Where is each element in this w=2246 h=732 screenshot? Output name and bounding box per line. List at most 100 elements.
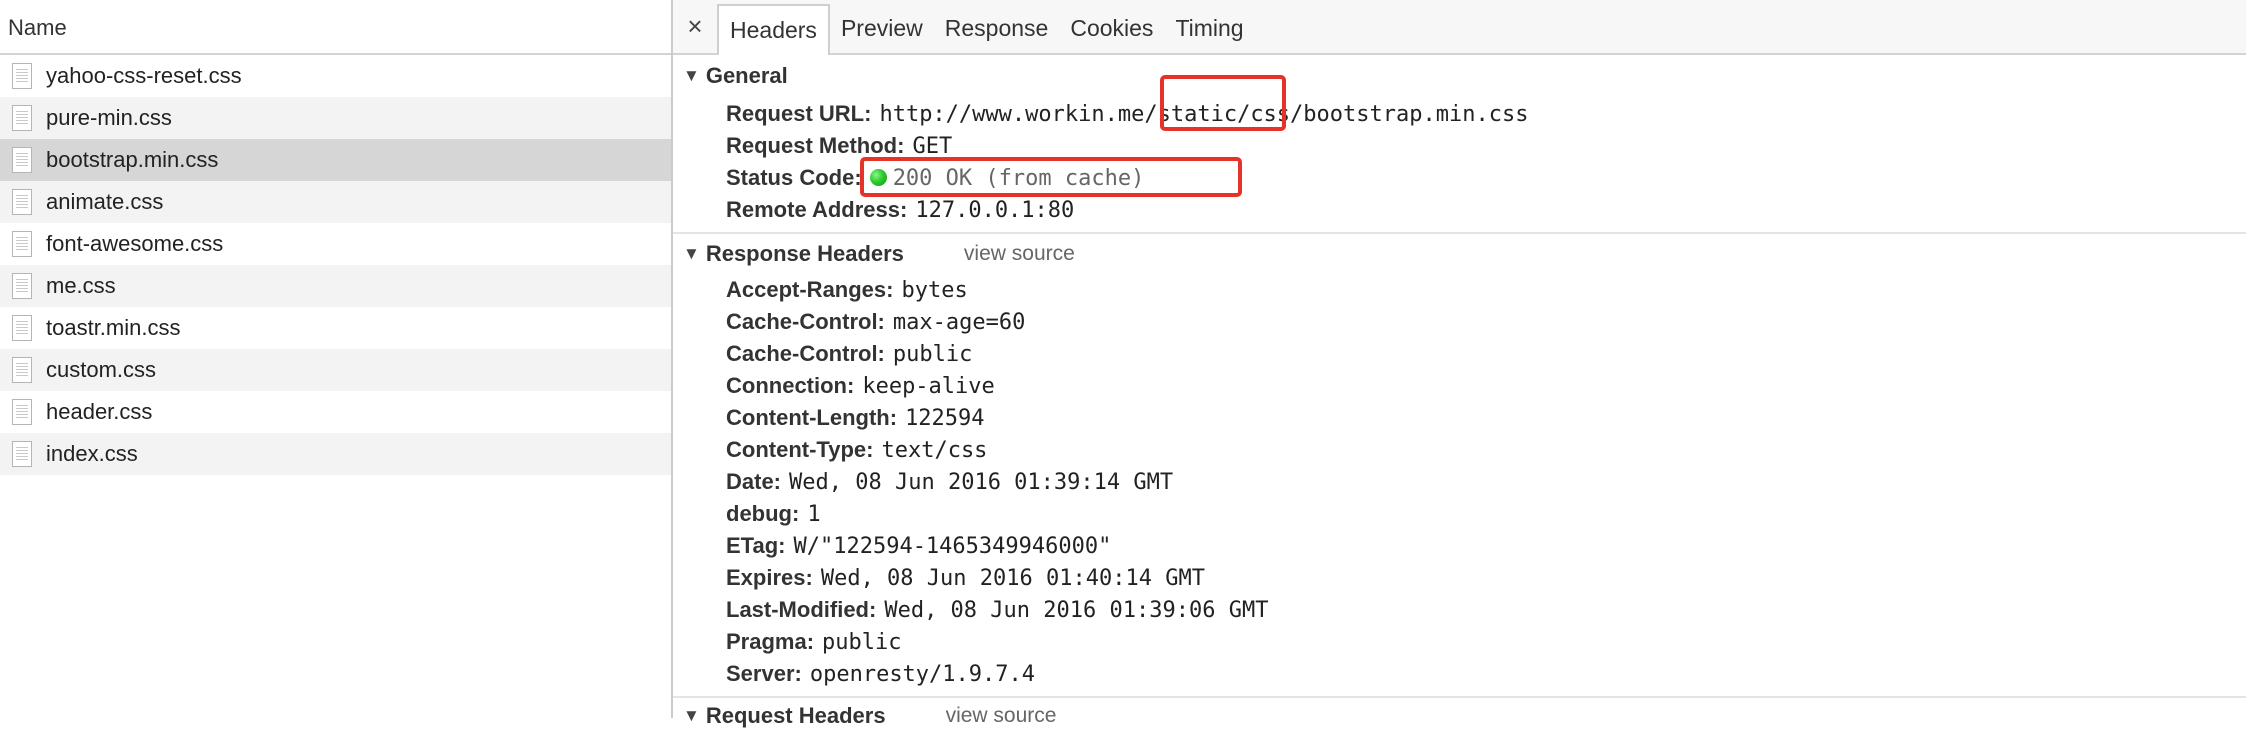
request-row[interactable]: font-awesome.css	[0, 223, 671, 265]
highlight-box-static-path	[1160, 75, 1286, 131]
file-icon	[12, 189, 32, 215]
view-source-link[interactable]: view source	[946, 704, 1057, 728]
header-key: Content-Type:	[726, 437, 874, 462]
header-key: Cache-Control:	[726, 341, 885, 366]
section-title: General	[705, 63, 788, 88]
header-row: Cache-Control: max-age=60	[673, 306, 2246, 338]
request-headers-toggle[interactable]: ▼ Request Headers view source	[673, 698, 2246, 732]
request-name: animate.css	[46, 189, 164, 214]
header-key: Connection:	[726, 373, 855, 398]
header-value: keep-alive	[862, 374, 995, 399]
header-row: Content-Type: text/css	[673, 434, 2246, 466]
highlight-box-status-code	[860, 157, 1242, 197]
header-row: Content-Length: 122594	[673, 402, 2246, 434]
header-key: Content-Length:	[726, 405, 898, 430]
close-icon[interactable]: ×	[673, 0, 717, 53]
collapse-triangle-icon: ▼	[683, 706, 700, 725]
request-name: toastr.min.css	[46, 315, 181, 340]
request-row[interactable]: me.css	[0, 265, 671, 307]
general-section: ▼ General Request URL: http://www.workin.…	[673, 55, 2246, 226]
header-row: Date: Wed, 08 Jun 2016 01:39:14 GMT	[673, 466, 2246, 498]
header-key: Date:	[726, 469, 782, 494]
header-value: Wed, 08 Jun 2016 01:39:06 GMT	[884, 598, 1269, 623]
request-list: yahoo-css-reset.css pure-min.css bootstr…	[0, 55, 671, 475]
header-value: openresty/1.9.7.4	[809, 662, 1036, 687]
request-name: custom.css	[46, 357, 157, 382]
request-row[interactable]: custom.css	[0, 349, 671, 391]
section-title: Response Headers	[705, 241, 904, 266]
tab-response[interactable]: Response	[934, 4, 1060, 53]
header-row: Cache-Control: public	[673, 338, 2246, 370]
header-key: Request URL:	[726, 101, 872, 126]
header-row: Server: openresty/1.9.7.4	[673, 658, 2246, 690]
header-value: GET	[912, 134, 953, 159]
request-row[interactable]: yahoo-css-reset.css	[0, 55, 671, 97]
header-value: 1	[807, 502, 821, 527]
header-key: Accept-Ranges:	[726, 277, 894, 302]
header-key: ETag:	[726, 533, 786, 558]
name-column-header[interactable]: Name	[0, 0, 671, 55]
request-name: yahoo-css-reset.css	[46, 63, 242, 88]
header-key: Last-Modified:	[726, 597, 877, 622]
details-tab-bar: × Headers Preview Response Cookies Timin…	[673, 0, 2246, 55]
request-row[interactable]: header.css	[0, 391, 671, 433]
header-key: Remote Address:	[726, 197, 908, 222]
request-row[interactable]: index.css	[0, 433, 671, 475]
header-value: Wed, 08 Jun 2016 01:39:14 GMT	[789, 470, 1174, 495]
file-icon	[12, 273, 32, 299]
header-row: Last-Modified: Wed, 08 Jun 2016 01:39:06 …	[673, 594, 2246, 626]
header-key: Cache-Control:	[726, 309, 885, 334]
header-key: debug:	[726, 501, 800, 526]
file-icon	[12, 105, 32, 131]
tab-timing[interactable]: Timing	[1164, 4, 1254, 53]
response-headers-section: ▼ Response Headers view source Accept-Ra…	[673, 234, 2246, 690]
request-row[interactable]: toastr.min.css	[0, 307, 671, 349]
request-name: bootstrap.min.css	[46, 147, 219, 172]
file-icon	[12, 441, 32, 467]
header-value: bytes	[901, 278, 968, 303]
header-value: Wed, 08 Jun 2016 01:40:14 GMT	[820, 566, 1205, 591]
tab-preview[interactable]: Preview	[830, 4, 934, 53]
request-name: pure-min.css	[46, 105, 172, 130]
tab-cookies[interactable]: Cookies	[1059, 4, 1164, 53]
request-row[interactable]: pure-min.css	[0, 97, 671, 139]
file-icon	[12, 63, 32, 89]
collapse-triangle-icon: ▼	[683, 66, 700, 85]
collapse-triangle-icon: ▼	[683, 244, 700, 263]
header-value: public	[822, 630, 902, 655]
file-icon	[12, 231, 32, 257]
request-name: index.css	[46, 441, 138, 466]
header-row: Expires: Wed, 08 Jun 2016 01:40:14 GMT	[673, 562, 2246, 594]
file-icon	[12, 399, 32, 425]
header-value: 127.0.0.1:80	[915, 198, 1075, 223]
header-value: max-age=60	[892, 310, 1026, 335]
file-icon	[12, 357, 32, 383]
header-row: Accept-Ranges: bytes	[673, 274, 2246, 306]
request-list-panel: Name yahoo-css-reset.css pure-min.css bo…	[0, 0, 673, 718]
tab-headers[interactable]: Headers	[717, 4, 830, 55]
request-details-panel: × Headers Preview Response Cookies Timin…	[673, 0, 2246, 728]
file-icon	[12, 147, 32, 173]
header-value: 122594	[905, 406, 985, 431]
remote-address-row: Remote Address: 127.0.0.1:80	[673, 194, 2246, 226]
header-value: W/"122594-1465349946000"	[793, 534, 1112, 559]
request-row[interactable]: animate.css	[0, 181, 671, 223]
request-name: header.css	[46, 399, 153, 424]
header-value: text/css	[881, 438, 988, 463]
request-name: font-awesome.css	[46, 231, 224, 256]
header-key: Request Method:	[726, 133, 905, 158]
header-row: debug: 1	[673, 498, 2246, 530]
request-row-selected[interactable]: bootstrap.min.css	[0, 139, 671, 181]
header-row: ETag: W/"122594-1465349946000"	[673, 530, 2246, 562]
header-row: Connection: keep-alive	[673, 370, 2246, 402]
header-key: Pragma:	[726, 629, 815, 654]
header-key: Status Code:	[726, 165, 862, 190]
view-source-link[interactable]: view source	[964, 242, 1075, 266]
request-name: me.css	[46, 273, 116, 298]
file-icon	[12, 315, 32, 341]
general-section-toggle[interactable]: ▼ General	[673, 60, 2246, 92]
response-headers-toggle[interactable]: ▼ Response Headers view source	[673, 238, 2246, 270]
section-title: Request Headers	[705, 703, 886, 728]
header-key: Expires:	[726, 565, 813, 590]
header-key: Server:	[726, 661, 802, 686]
